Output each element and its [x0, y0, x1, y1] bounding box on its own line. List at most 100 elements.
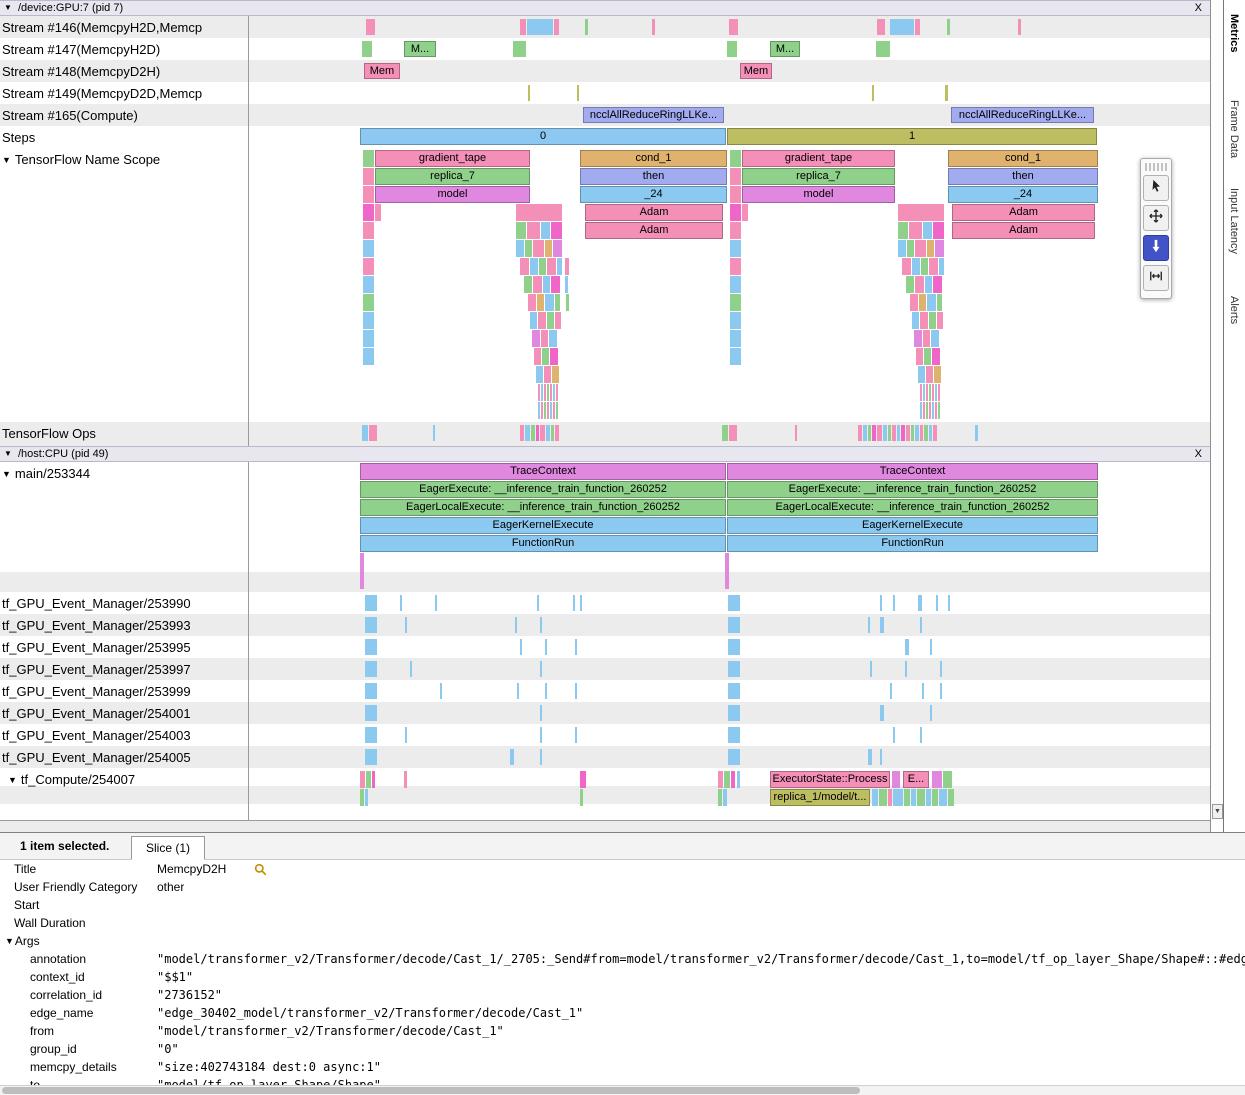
trace-event[interactable] [544, 402, 546, 419]
trace-event[interactable] [528, 294, 536, 311]
trace-event[interactable] [914, 330, 922, 347]
trace-event[interactable] [515, 617, 517, 633]
trace-event[interactable] [935, 402, 937, 419]
trace-event[interactable] [375, 204, 381, 221]
trace-event[interactable] [533, 276, 542, 293]
trace-event[interactable] [935, 384, 937, 401]
trace-event[interactable]: EagerKernelExecute [360, 517, 726, 534]
gpu-process-header[interactable]: ▼ /device:GPU:7 (pid 7) X [0, 0, 1210, 16]
trace-event[interactable] [930, 639, 932, 655]
trace-event[interactable] [906, 276, 914, 293]
trace-event[interactable]: Adam [585, 222, 723, 239]
trace-event[interactable] [405, 617, 407, 633]
trace-event[interactable] [533, 240, 544, 257]
trace-event[interactable] [926, 402, 928, 419]
trace-event[interactable] [937, 312, 943, 329]
trace-event[interactable] [516, 204, 562, 221]
trace-event[interactable] [545, 240, 552, 257]
trace-event[interactable]: EagerLocalExecute: __inference_train_fun… [360, 499, 726, 516]
trace-event[interactable] [730, 258, 741, 275]
trace-event[interactable] [929, 425, 932, 441]
trace-event[interactable]: ncclAllReduceRingLLKe... [583, 107, 724, 123]
trace-event[interactable] [870, 661, 872, 677]
trace-event[interactable] [901, 425, 905, 441]
trace-event[interactable] [550, 384, 552, 401]
trace-event[interactable] [537, 595, 539, 611]
trace-event[interactable] [936, 595, 938, 611]
trace-event[interactable] [530, 312, 537, 329]
trace-event[interactable] [932, 771, 942, 788]
trace-event[interactable] [363, 330, 374, 347]
trace-event[interactable] [911, 425, 914, 441]
trace-event[interactable] [930, 705, 932, 721]
trace-event[interactable]: M... [404, 41, 436, 57]
trace-event[interactable] [365, 595, 377, 611]
trace-event[interactable] [940, 683, 942, 699]
trace-event[interactable] [918, 595, 922, 611]
trace-event[interactable] [553, 240, 562, 257]
trace-event[interactable] [929, 258, 938, 275]
trace-event[interactable] [362, 41, 372, 57]
trace-event[interactable] [575, 639, 577, 655]
trace-event[interactable] [932, 348, 940, 365]
trace-event[interactable] [557, 258, 562, 275]
trace-event[interactable] [909, 222, 922, 239]
trace-event[interactable] [929, 312, 936, 329]
trace-event[interactable] [898, 222, 908, 239]
trace-event[interactable]: Adam [952, 204, 1095, 221]
trace-event[interactable] [400, 595, 402, 611]
collapse-arrow-icon[interactable]: ▼ [2, 155, 11, 165]
trace-event[interactable] [907, 240, 914, 257]
trace-event[interactable] [652, 19, 655, 35]
trace-event[interactable] [904, 789, 910, 806]
trace-event[interactable] [544, 366, 551, 383]
trace-event[interactable] [520, 425, 524, 441]
trace-event[interactable] [893, 595, 895, 611]
trace-event[interactable] [937, 294, 942, 311]
trace-event[interactable] [929, 384, 931, 401]
trace-event[interactable] [911, 789, 916, 806]
trace-event[interactable] [730, 312, 741, 329]
selection-tool-button[interactable] [1143, 175, 1169, 201]
trace-event[interactable] [932, 402, 934, 419]
trace-event[interactable] [580, 771, 586, 788]
trace-event[interactable] [880, 595, 882, 611]
trace-event[interactable] [545, 683, 547, 699]
cpu-track-label-0[interactable]: ▼main/253344 [2, 466, 90, 481]
collapse-arrow-icon[interactable]: ▼ [2, 469, 11, 479]
trace-event[interactable]: then [948, 168, 1098, 185]
trace-event[interactable] [363, 294, 374, 311]
trace-event[interactable] [551, 276, 560, 293]
trace-event[interactable] [366, 771, 371, 788]
trace-event[interactable] [532, 330, 540, 347]
close-gpu-button[interactable]: X [1195, 1, 1202, 15]
trace-event[interactable] [365, 617, 377, 633]
cpu-track-label-9[interactable]: ▼tf_Compute/254007 [8, 772, 135, 787]
trace-event[interactable] [872, 85, 874, 101]
collapse-arrow-icon[interactable]: ▼ [4, 449, 12, 458]
trace-event[interactable] [365, 749, 377, 765]
trace-event[interactable] [728, 727, 740, 743]
collapse-arrow-icon[interactable]: ▼ [8, 775, 17, 785]
trace-event[interactable] [433, 425, 435, 441]
trace-event[interactable]: ExecutorState::Process [770, 771, 890, 788]
trace-event[interactable] [728, 661, 740, 677]
trace-event[interactable] [883, 425, 887, 441]
trace-event[interactable] [940, 661, 942, 677]
trace-event[interactable] [360, 553, 364, 589]
trace-event[interactable] [577, 85, 579, 101]
trace-event[interactable]: 0 [360, 128, 726, 145]
trace-event[interactable] [538, 384, 540, 401]
trace-event[interactable] [898, 204, 944, 221]
trace-event[interactable] [520, 19, 526, 35]
trace-event[interactable]: EagerKernelExecute [727, 517, 1098, 534]
collapse-arrow-icon[interactable]: ▼ [4, 3, 12, 12]
trace-event[interactable] [910, 294, 918, 311]
trace-event[interactable] [585, 19, 588, 35]
trace-event[interactable] [877, 425, 882, 441]
trace-event[interactable] [727, 41, 737, 57]
trace-event[interactable] [363, 258, 374, 275]
trace-event[interactable] [365, 639, 377, 655]
trace-event[interactable]: _24 [580, 186, 727, 203]
trace-event[interactable] [893, 789, 903, 806]
